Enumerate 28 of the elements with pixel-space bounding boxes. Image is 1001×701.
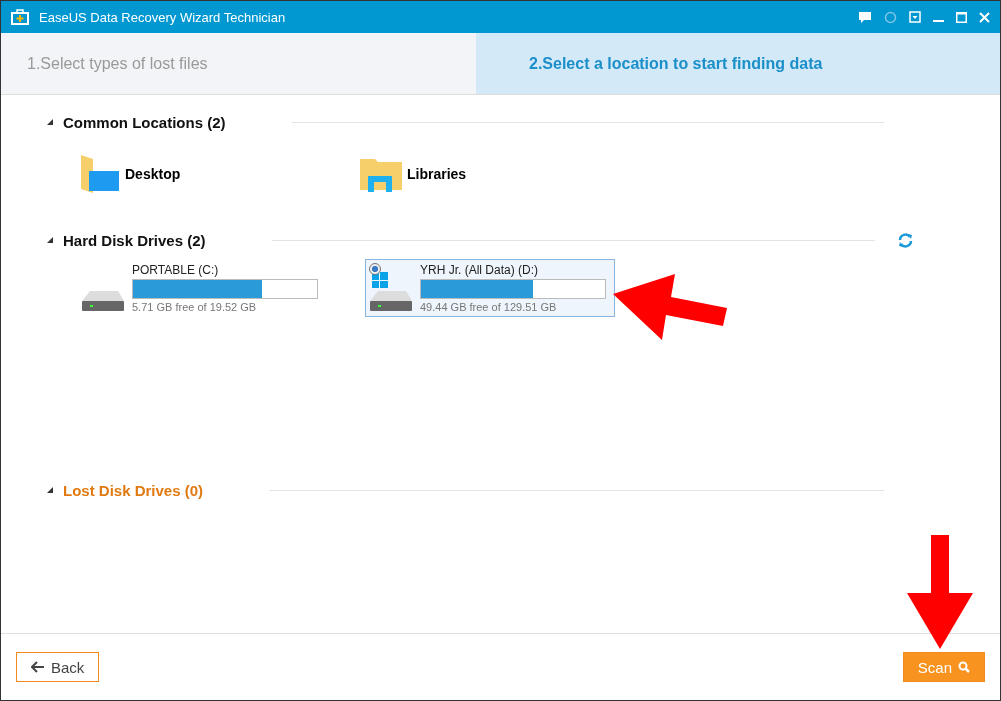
- wizard-step: 2.Select a location to start finding data: [476, 33, 1000, 94]
- library-folder-icon: [359, 156, 403, 192]
- folder-with-monitor-icon: [79, 153, 121, 195]
- wizard-step: 1.Select types of lost files: [1, 33, 476, 94]
- close-icon[interactable]: [979, 11, 990, 23]
- toolbox-icon: [11, 9, 29, 25]
- section-title: Hard Disk Drives (2): [63, 231, 206, 249]
- refresh-icon[interactable]: [897, 231, 914, 249]
- radio-button[interactable]: [369, 263, 381, 275]
- window-title: EaseUS Data Recovery Wizard Technician: [39, 9, 287, 25]
- search-icon: [958, 661, 970, 673]
- hard-drive-icon: [370, 291, 412, 311]
- arrow-left-icon: [31, 661, 45, 673]
- section-title: Common Locations (2): [63, 113, 226, 131]
- location-label[interactable]: Libraries: [407, 166, 467, 182]
- maximize-icon[interactable]: [956, 11, 967, 23]
- dropdown-icon[interactable]: [909, 11, 921, 23]
- back-button[interactable]: Back: [16, 652, 100, 682]
- drive-card[interactable]: YRH Jr. (All Data) (D:) 49.44 GB free of 129.51 GB: [365, 259, 615, 317]
- chat-icon[interactable]: [858, 10, 872, 24]
- hard-drive-icon: [82, 291, 124, 311]
- drive-card[interactable]: PORTABLE (C:) 5.71 GB free of 19.52 GB: [77, 259, 327, 317]
- drive-name: PORTABLE (C:): [132, 263, 220, 277]
- section-title: Lost Disk Drives (0): [63, 481, 204, 499]
- drive-free-space: 5.71 GB free of 19.52 GB: [132, 301, 258, 313]
- drive-name: YRH Jr. (All Data) (D:): [420, 263, 539, 277]
- location-label[interactable]: Desktop: [125, 166, 181, 182]
- drive-free-space: 49.44 GB free of 129.51 GB: [420, 301, 558, 313]
